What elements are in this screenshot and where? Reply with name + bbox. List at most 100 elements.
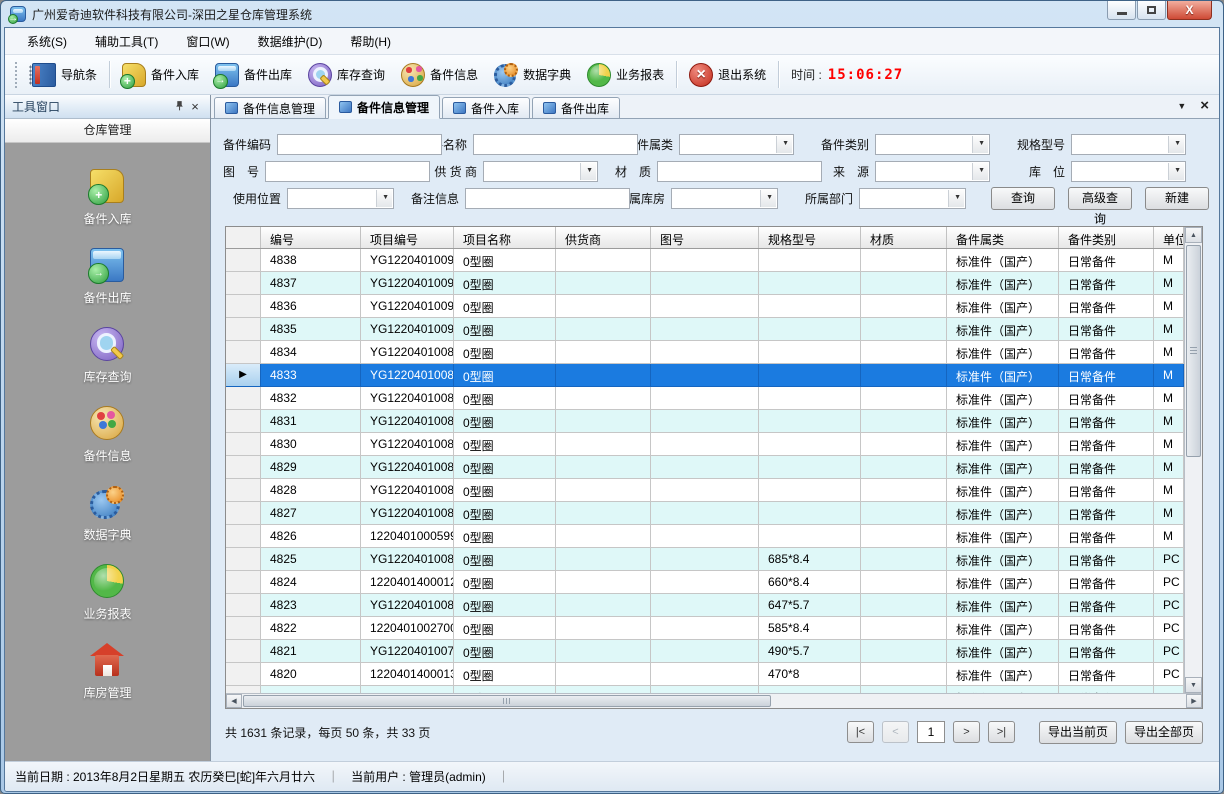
table-cell[interactable] [556,433,651,456]
remark-input[interactable] [465,188,630,209]
table-cell[interactable] [556,479,651,502]
table-cell[interactable]: 4830 [261,433,361,456]
first-page-button[interactable]: |< [847,721,874,743]
scroll-right-icon[interactable]: ▶ [1186,694,1202,708]
close-button[interactable]: X [1167,1,1212,20]
part-name-input[interactable] [473,134,638,155]
query-button[interactable]: 查询 [991,187,1055,210]
table-cell[interactable]: 标准件（国产） [947,456,1059,479]
table-cell[interactable] [651,295,759,318]
table-cell[interactable]: M [1154,249,1184,272]
table-cell[interactable]: 1220401400013 [361,663,454,686]
table-cell[interactable]: YG12204010080 [361,594,454,617]
table-cell[interactable] [556,249,651,272]
menu-data-maintenance[interactable]: 数据维护(D) [244,28,337,55]
table-cell[interactable]: 647*5.7 [759,594,861,617]
table-cell[interactable]: 0型圈 [454,456,556,479]
table-cell[interactable]: 日常备件 [1059,640,1154,663]
table-cell[interactable] [861,663,947,686]
table-cell[interactable]: 标准件（国产） [947,433,1059,456]
table-cell[interactable] [556,410,651,433]
table-cell[interactable] [759,410,861,433]
material-input[interactable] [657,161,822,182]
table-cell[interactable]: 1220401000599 [361,525,454,548]
toolbar-item-stock-out[interactable]: 备件出库 [207,60,300,90]
table-cell[interactable] [861,571,947,594]
table-cell[interactable]: M [1154,456,1184,479]
column-header-4[interactable]: 图号 [651,227,759,248]
table-cell[interactable]: 日常备件 [1059,341,1154,364]
tab-1-active[interactable]: 备件信息管理 [328,95,440,119]
table-cell[interactable] [556,640,651,663]
table-cell[interactable]: 日常备件 [1059,318,1154,341]
table-cell[interactable] [651,663,759,686]
close-icon[interactable]: × [187,100,203,114]
scroll-down-icon[interactable]: ▼ [1185,677,1202,693]
table-cell[interactable] [861,272,947,295]
table-cell[interactable]: 日常备件 [1059,433,1154,456]
column-header-7[interactable]: 备件属类 [947,227,1059,248]
table-cell[interactable] [556,364,651,387]
table-cell[interactable] [556,663,651,686]
table-row[interactable]: 4838YG122040100930型圈标准件（国产）日常备件M [226,249,1184,272]
table-cell[interactable]: PC [1154,571,1184,594]
table-cell[interactable]: 标准件（国产） [947,617,1059,640]
table-cell[interactable]: 日常备件 [1059,272,1154,295]
table-cell[interactable]: 日常备件 [1059,479,1154,502]
maximize-button[interactable] [1137,1,1166,20]
table-row[interactable]: 4823YG122040100800型圈647*5.7标准件（国产）日常备件PC [226,594,1184,617]
table-cell[interactable] [759,479,861,502]
table-cell[interactable]: YG12204010082 [361,502,454,525]
export-all-pages-button[interactable]: 导出全部页 [1125,721,1203,744]
table-cell[interactable]: 日常备件 [1059,548,1154,571]
toolbar-item-exit[interactable]: 退出系统 [681,60,774,90]
column-header-2[interactable]: 项目名称 [454,227,556,248]
table-cell[interactable] [759,525,861,548]
table-cell[interactable]: 日常备件 [1059,617,1154,640]
table-cell[interactable]: 0型圈 [454,295,556,318]
table-cell[interactable]: YG12204010090 [361,318,454,341]
table-cell[interactable]: 4825 [261,548,361,571]
table-cell[interactable] [651,456,759,479]
table-cell[interactable]: 0型圈 [454,617,556,640]
table-cell[interactable]: 1220401400012 [361,571,454,594]
table-cell[interactable]: 标准件（国产） [947,571,1059,594]
advanced-query-button[interactable]: 高级查询 [1068,187,1132,210]
part-category-select[interactable] [875,134,990,155]
sidebar-item-stock-out[interactable]: 备件出库 [83,248,131,306]
storage-location-select[interactable] [1071,161,1186,182]
table-row[interactable]: 4829YG122040100840型圈标准件（国产）日常备件M [226,456,1184,479]
scroll-left-icon[interactable]: ◀ [226,694,242,708]
horizontal-scroll-thumb[interactable] [243,695,771,707]
table-cell[interactable]: M [1154,272,1184,295]
table-cell[interactable]: M [1154,502,1184,525]
table-cell[interactable]: M [1154,295,1184,318]
table-cell[interactable]: 4826 [261,525,361,548]
table-row[interactable]: 4821YG122040100790型圈490*5.7标准件（国产）日常备件PC [226,640,1184,663]
table-row[interactable]: 482012204014000130型圈470*8标准件（国产）日常备件PC [226,663,1184,686]
table-cell[interactable]: 0型圈 [454,502,556,525]
table-row[interactable]: 4827YG122040100820型圈标准件（国产）日常备件M [226,502,1184,525]
table-cell[interactable]: 日常备件 [1059,456,1154,479]
table-cell[interactable]: 标准件（国产） [947,548,1059,571]
table-cell[interactable]: YG12204010088 [361,364,454,387]
toolbar-item-stock-in[interactable]: 备件入库 [114,60,207,90]
table-cell[interactable]: 0型圈 [454,594,556,617]
table-cell[interactable]: 日常备件 [1059,364,1154,387]
menu-tools[interactable]: 辅助工具(T) [81,28,172,55]
toolbar-item-navigator[interactable]: 导航条 [24,60,105,90]
table-cell[interactable] [651,387,759,410]
column-header-6[interactable]: 材质 [861,227,947,248]
table-cell[interactable]: YG12204010081 [361,548,454,571]
table-cell[interactable]: 日常备件 [1059,387,1154,410]
table-cell[interactable] [759,272,861,295]
table-cell[interactable]: 4824 [261,571,361,594]
table-cell[interactable]: 0型圈 [454,249,556,272]
table-cell[interactable] [759,433,861,456]
sidebar-item-stock-in[interactable]: 备件入库 [83,169,131,227]
department-select[interactable] [859,188,966,209]
table-cell[interactable]: YG12204010079 [361,640,454,663]
table-cell[interactable] [556,387,651,410]
table-cell[interactable]: PC [1154,617,1184,640]
table-cell[interactable] [556,295,651,318]
